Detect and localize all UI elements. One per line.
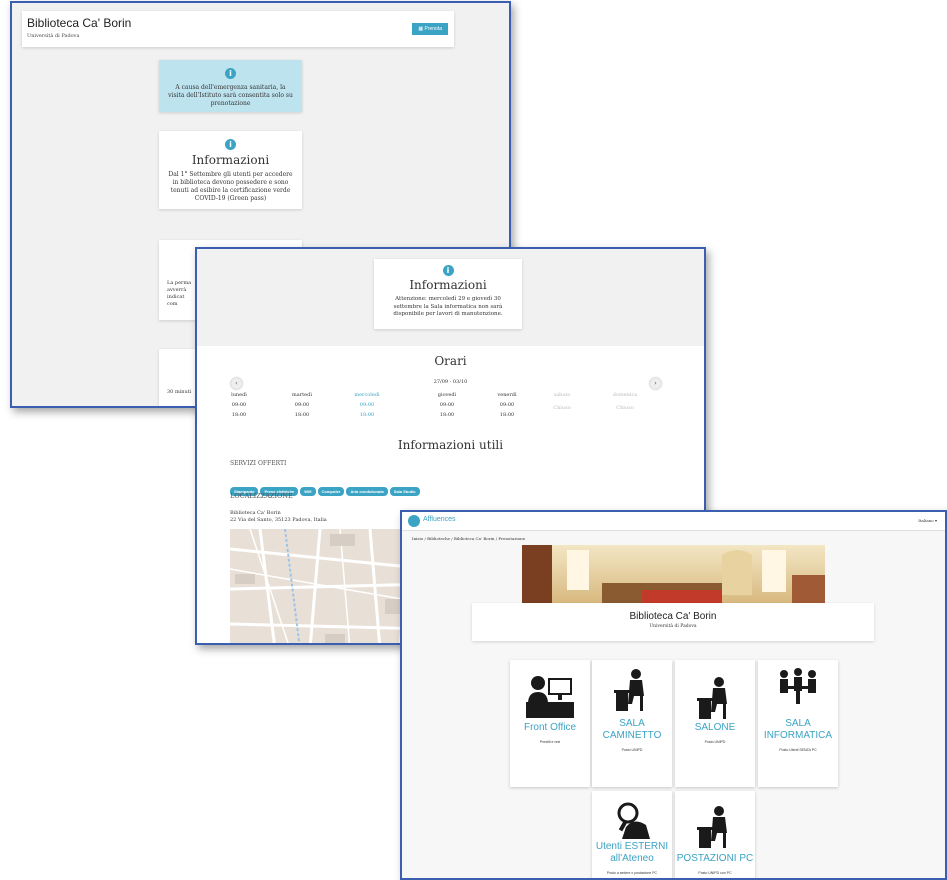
- hours-title: Orari: [434, 354, 467, 368]
- affluences-logo-icon: [408, 515, 420, 527]
- day-column-today: mercoledì 09:00 18:00: [354, 392, 380, 418]
- address-line-2: 22 Via del Santo, 35123 Padova, Italia: [230, 517, 327, 523]
- breadcrumb: Inizio / Biblioteche / Biblioteca Ca' Bo…: [412, 536, 526, 541]
- info-text: Attenzione: mercoledì 29 e giovedì 30 se…: [393, 296, 503, 317]
- address-line-1: Biblioteca Ca' Borin: [230, 510, 281, 516]
- date-range: 27/09 - 03/10: [433, 379, 468, 385]
- tile-sublabel: Prestiti e resi: [539, 740, 561, 744]
- tile-label: SALONE: [694, 722, 736, 733]
- info-icon: i: [225, 68, 236, 79]
- tile-sublabel: Posto Utenti SENZA PC: [779, 748, 817, 752]
- breadcrumb-item[interactable]: Biblioteca Ca' Borin: [454, 536, 495, 541]
- brand-name[interactable]: Affluences: [423, 516, 456, 523]
- tile-label: Utenti ESTERNI all'Ateneo: [595, 841, 669, 864]
- info-title: Informazioni: [409, 278, 487, 292]
- library-title: Biblioteca Ca' Borin: [629, 611, 717, 622]
- info-icon: i: [442, 265, 454, 276]
- researcher-icon: [617, 802, 650, 839]
- tile-front-office[interactable]: Front Office Prestiti e resi: [510, 660, 590, 787]
- day-column: lunedì 09:00 18:00: [231, 392, 247, 418]
- breadcrumb-item[interactable]: Inizio: [412, 536, 423, 541]
- tile-label: POSTAZIONI PC: [676, 853, 754, 864]
- book-button[interactable]: ▦ Prenota: [412, 23, 448, 35]
- tile-sublabel: Posto UNIPD con PC: [698, 871, 732, 875]
- tile-label: SALA CAMINETTO: [602, 718, 662, 741]
- breadcrumb-item: Prenotazione: [498, 536, 526, 541]
- service-chip: Sala Studio: [389, 487, 420, 496]
- tile-sala-caminetto[interactable]: SALA CAMINETTO Posto UNIPD: [592, 660, 672, 787]
- study-desk-icon: [697, 806, 727, 848]
- tile-label: Front Office: [523, 722, 577, 733]
- page-header: Biblioteca Ca' Borin Università di Padov…: [22, 11, 454, 47]
- tile-utenti-esterni[interactable]: Utenti ESTERNI all'Ateneo Posto a sedere …: [592, 791, 672, 878]
- tile-salone[interactable]: SALONE Posto UNIPD: [675, 660, 755, 787]
- tile-sublabel: Posto a sedere o postazione PC: [606, 871, 658, 875]
- alert-card: i A causa dell'emergenza sanitaria, la v…: [159, 60, 302, 112]
- study-desk-icon: [614, 669, 644, 711]
- language-select[interactable]: Italiano ▾: [918, 518, 937, 523]
- library-photo: [522, 545, 825, 603]
- screenshot-affluences-page: Affluences Italiano ▾ Inizio / Bibliotec…: [400, 510, 947, 880]
- page-title: Biblioteca Ca' Borin: [27, 16, 132, 30]
- service-chip: Aria condizionata: [346, 487, 388, 496]
- services-label: SERVIZI OFFERTI: [230, 460, 287, 467]
- meeting-table-icon: [780, 668, 816, 704]
- library-header-card: Biblioteca Ca' Borin Università di Padov…: [472, 603, 874, 641]
- tile-postazioni-pc[interactable]: POSTAZIONI PC Posto UNIPD con PC: [675, 791, 755, 878]
- info-title: Informazioni: [191, 153, 270, 167]
- tile-sala-informatica[interactable]: SALA INFORMATICA Posto Utenti SENZA PC: [758, 660, 838, 787]
- top-nav: Affluences Italiano ▾: [402, 512, 945, 531]
- info-card: i Informazioni Dal 1° Settembre gli uten…: [159, 131, 302, 209]
- tile-label: SALA INFORMATICA: [763, 718, 833, 741]
- day-column: giovedì 09:00 18:00: [437, 392, 457, 418]
- library-subtitle: Università di Padova: [649, 624, 697, 629]
- day-column-closed: sabato Chiuso: [553, 392, 571, 411]
- info-icon: i: [225, 139, 236, 150]
- day-column-closed: domenica Chiuso: [612, 392, 638, 411]
- alert-text: A causa dell'emergenza sanitaria, la vis…: [168, 84, 293, 107]
- useful-info-title: Informazioni utili: [397, 438, 504, 452]
- study-desk-icon: [697, 677, 727, 719]
- service-chip: Wifi: [300, 487, 316, 496]
- location-label: LOCALIZZAZIONE: [230, 492, 293, 500]
- day-column: martedì 09:00 18:00: [292, 392, 312, 418]
- info-card: i Informazioni Attenzione: mercoledì 29 …: [374, 259, 522, 329]
- info-text: Dal 1° Settembre gli utenti per accedere…: [168, 171, 293, 202]
- tile-sublabel: Posto UNIPD: [704, 740, 726, 744]
- service-chip: Computer: [317, 487, 345, 496]
- page-subtitle: Università di Padova: [27, 33, 80, 39]
- front-desk-icon: [526, 676, 574, 718]
- day-column: venerdì 09:00 18:00: [497, 392, 517, 418]
- breadcrumb-item[interactable]: Biblioteche: [427, 536, 450, 541]
- tile-sublabel: Posto UNIPD: [621, 748, 643, 752]
